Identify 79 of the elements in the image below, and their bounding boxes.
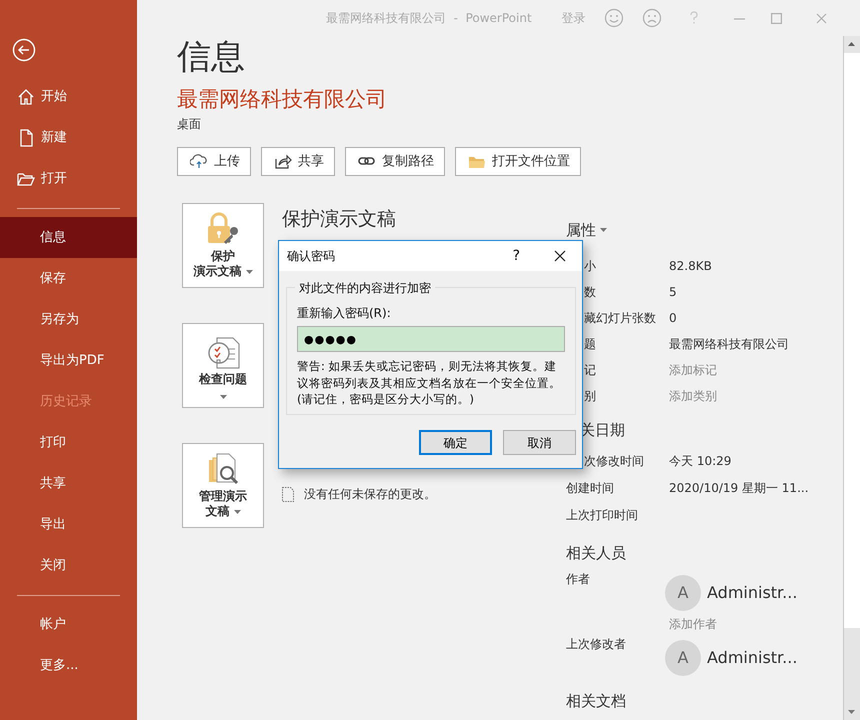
property-link[interactable]: 添加类别 <box>669 387 717 405</box>
section-heading: 相关文档 <box>566 691 627 712</box>
property-label: 次修改时间 <box>583 452 645 470</box>
menu-item[interactable]: 信息 <box>0 217 137 258</box>
property-label: 别 <box>583 388 597 405</box>
scroll-up-icon[interactable] <box>848 42 855 46</box>
property-label: 记 <box>583 362 597 379</box>
file-location: 桌面 <box>177 116 202 134</box>
property-label: 藏幻灯片张数 <box>583 310 657 327</box>
tool-button[interactable]: 检查问题 <box>182 323 264 408</box>
menu-item[interactable]: 导出为PDF <box>0 340 137 381</box>
group-title: 对此文件的内容进行加密 <box>295 279 435 297</box>
avatar: A <box>665 575 701 611</box>
menu-item[interactable]: 导出 <box>0 504 137 545</box>
back-icon[interactable] <box>12 38 36 62</box>
frown-icon[interactable] <box>642 8 662 28</box>
property-label: 小 <box>583 258 597 275</box>
property-value: 5 <box>669 284 677 301</box>
lock-key-icon <box>205 212 241 246</box>
action-button[interactable]: 上传 <box>177 147 251 176</box>
share-icon <box>274 153 292 170</box>
property-label: 作者 <box>566 571 591 588</box>
property-value: 最需网络科技有限公司 <box>669 336 789 353</box>
property-value: 0 <box>669 310 677 327</box>
dialog-button[interactable]: 确定 <box>419 430 492 456</box>
action-button[interactable]: 复制路径 <box>345 147 445 176</box>
window-title: 最需网络科技有限公司 - PowerPoint <box>326 10 532 27</box>
menu-item[interactable]: 帐户 <box>0 604 137 645</box>
property-value: 今天 10:29 <box>669 452 732 470</box>
property-value: 2020/10/19 星期一 11... <box>669 480 809 496</box>
dialog-button[interactable]: 取消 <box>503 430 576 456</box>
menu-item[interactable]: 关闭 <box>0 545 137 586</box>
menu-item[interactable]: 打印 <box>0 422 137 463</box>
maximize-icon[interactable] <box>770 12 782 24</box>
menu-item[interactable]: 打开 <box>0 158 137 199</box>
scrollbar[interactable] <box>843 36 860 720</box>
menu-item[interactable]: 保存 <box>0 258 137 299</box>
add-author-link[interactable]: 添加作者 <box>669 615 798 633</box>
scroll-down-icon[interactable] <box>848 710 855 714</box>
property-value: 82.8KB <box>669 258 712 275</box>
status-note: 没有任何未保存的更改。 <box>304 486 436 504</box>
menu-item[interactable]: 共享 <box>0 463 137 504</box>
section-heading: 保护演示文稿 <box>282 207 396 232</box>
property-label: 题 <box>583 336 597 353</box>
properties-heading[interactable]: 属性 <box>566 214 843 246</box>
help-icon[interactable] <box>688 11 700 25</box>
menu-item[interactable]: 新建 <box>0 117 137 158</box>
menu-item[interactable]: 另存为 <box>0 299 137 340</box>
property-label: 数 <box>583 284 597 301</box>
property-label: 上次修改者 <box>566 636 627 653</box>
field-label: 重新输入密码(R): <box>297 305 392 322</box>
caret-icon <box>220 395 226 400</box>
cloud-upload-icon <box>190 153 208 170</box>
menu-item[interactable]: 开始 <box>0 76 137 117</box>
smile-icon[interactable] <box>604 8 624 28</box>
caret-icon <box>600 228 607 232</box>
action-button[interactable]: 共享 <box>261 147 335 176</box>
tool-button[interactable]: 保护 演示文稿 <box>182 203 264 288</box>
close-icon[interactable] <box>554 250 566 262</box>
action-button[interactable]: 打开文件位置 <box>455 147 581 176</box>
property-label: 创建时间 <box>566 480 615 496</box>
section-heading: 相关人员 <box>566 543 627 564</box>
help-button[interactable]: ? <box>512 246 520 266</box>
password-field[interactable]: ●●●●● <box>297 326 565 352</box>
warning-text: 警告: 如果丢失或忘记密码，则无法将其恢复。建议将密码列表及其相应文档名放在一个安全位置。(请记住，密码是区分大小写的。) <box>297 358 562 408</box>
menu-item[interactable]: 更多... <box>0 645 137 686</box>
tool-button[interactable]: 管理演示 文稿 <box>182 443 264 528</box>
page-title: 信息 <box>177 40 246 74</box>
caret-icon <box>246 270 252 274</box>
caret-icon <box>234 510 240 514</box>
file-name: 最需网络科技有限公司 <box>177 88 388 112</box>
property-link[interactable]: 添加标记 <box>669 361 717 379</box>
property-label: 上次打印时间 <box>566 506 639 524</box>
avatar: A <box>665 640 701 676</box>
person-name: Administr... <box>707 582 798 604</box>
person-name: Administr... <box>707 647 798 669</box>
home-icon <box>17 88 35 106</box>
dialog-title: 确认密码 <box>287 248 336 265</box>
document-icon <box>282 486 294 502</box>
